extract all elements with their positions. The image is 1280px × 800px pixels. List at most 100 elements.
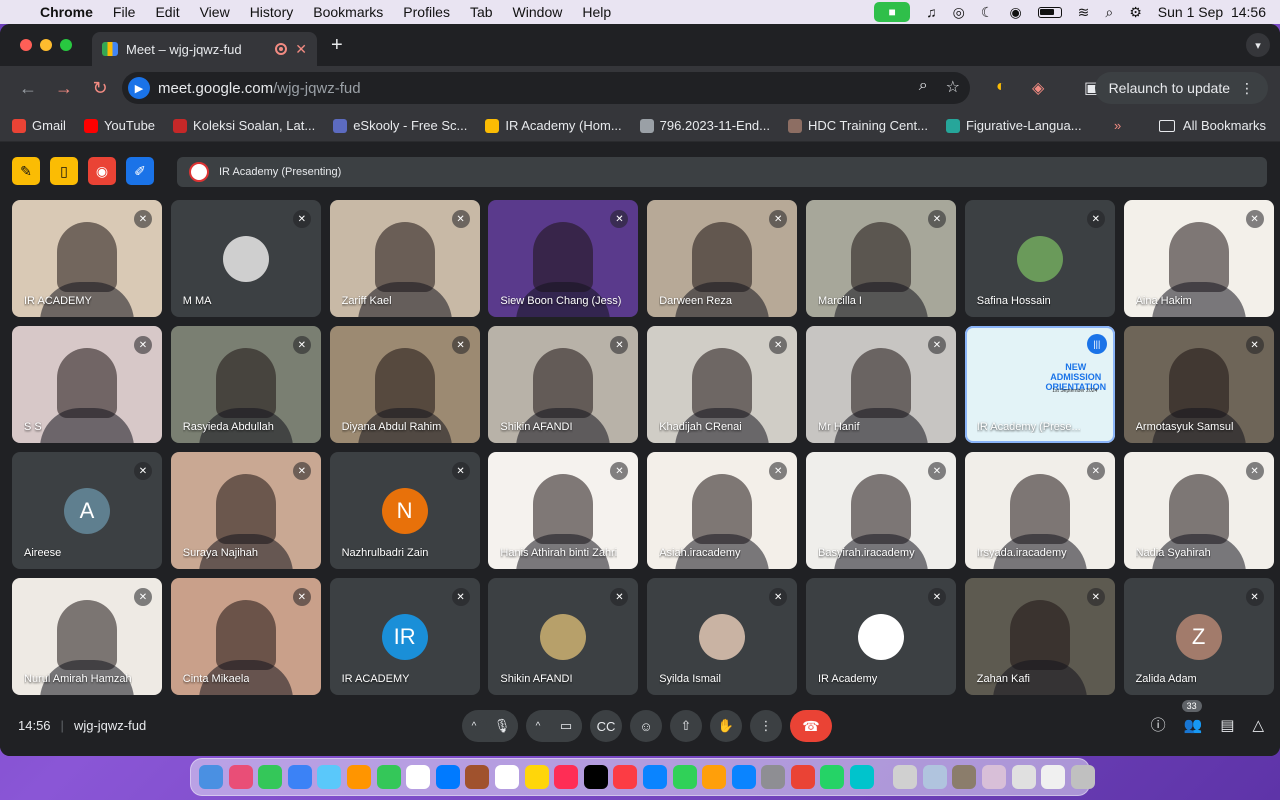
user-icon[interactable]: ◉ — [1009, 4, 1021, 21]
control-center-icon[interactable]: ⚙ — [1129, 4, 1142, 21]
camera-in-use-icon[interactable]: ■ — [874, 2, 911, 22]
bookmark-star-icon[interactable]: ☆ — [946, 77, 960, 97]
bookmark-gmail[interactable]: Gmail — [12, 118, 66, 133]
more-options-icon[interactable]: ⋮ — [1240, 80, 1254, 97]
participant-tile[interactable]: ✕ Zahan Kafi — [964, 578, 1115, 695]
dock-app-icon[interactable] — [790, 765, 815, 789]
more-bookmarks-chevron-icon[interactable]: » — [1114, 118, 1121, 133]
menu-tab[interactable]: Tab — [470, 4, 493, 20]
dock-app-icon[interactable] — [376, 765, 401, 789]
dock-app-icon[interactable] — [672, 765, 697, 789]
camera-options-chevron-icon[interactable]: ^ — [526, 721, 550, 732]
dock-app-icon[interactable] — [613, 765, 638, 789]
pen-off-icon[interactable]: ✎ — [12, 157, 40, 185]
leave-call-button[interactable]: ☎ — [790, 710, 832, 742]
meet-site-icon[interactable]: ▶ — [128, 77, 150, 99]
menubar-datetime[interactable]: Sun 1 Sep 14:56 — [1158, 4, 1266, 20]
participant-tile[interactable]: ✕ Nurul Amirah Hamzah — [12, 578, 162, 695]
participant-tile[interactable]: ✕ Syilda Ismail — [647, 578, 798, 695]
dock-app-icon[interactable] — [317, 765, 342, 789]
back-arrow-icon[interactable]: ← — [10, 78, 46, 99]
dock-app-icon[interactable] — [1070, 765, 1095, 789]
participant-tile[interactable]: ✕ Hanis Athirah binti Zahri — [488, 452, 639, 569]
participant-tile[interactable]: IR ✕ IR ACADEMY — [329, 578, 480, 695]
participant-tile[interactable]: ✕ Zariff Kael — [329, 200, 480, 317]
extension-compass-icon[interactable]: ◐ — [996, 78, 1006, 96]
headphones-icon[interactable]: ♫ — [926, 4, 937, 20]
participant-tile[interactable]: ✕ Suraya Najihah — [170, 452, 321, 569]
captions-button[interactable]: CC — [590, 710, 622, 742]
menu-edit[interactable]: Edit — [155, 4, 179, 20]
close-tab-icon[interactable]: ✕ — [295, 41, 307, 58]
dock-app-icon[interactable] — [494, 765, 519, 789]
dock-app-icon[interactable] — [346, 765, 371, 789]
menu-window[interactable]: Window — [513, 4, 563, 20]
menu-help[interactable]: Help — [582, 4, 611, 20]
bookmark-ir-academy[interactable]: IR Academy (Hom... — [485, 118, 622, 133]
participant-tile[interactable]: ✕ IR Academy — [805, 578, 956, 695]
menu-bookmarks[interactable]: Bookmarks — [313, 4, 383, 20]
dock-app-icon[interactable] — [642, 765, 667, 789]
participant-tile[interactable]: ✕ Shikin AFANDI — [488, 326, 639, 443]
forward-arrow-icon[interactable]: → — [46, 78, 82, 99]
participant-tile[interactable]: ✕ Khadijah CRenai — [647, 326, 798, 443]
dock-app-icon[interactable] — [922, 765, 947, 789]
mic-options-chevron-icon[interactable]: ^ — [462, 721, 486, 732]
bookmark-figurative-language[interactable]: Figurative-Langua... — [945, 118, 1082, 133]
reload-icon[interactable]: ↻ — [82, 78, 118, 99]
zoom-search-icon[interactable]: ⌕ — [919, 77, 928, 97]
all-bookmarks-button[interactable]: All Bookmarks — [1158, 118, 1266, 133]
menu-view[interactable]: View — [200, 4, 230, 20]
dock-app-icon[interactable] — [952, 765, 977, 789]
record-icon[interactable]: ◉ — [88, 157, 116, 185]
microphone-button[interactable]: 🎙 — [486, 710, 518, 742]
participant-tile[interactable]: N ✕ Nazhrulbadri Zain — [329, 452, 480, 569]
menu-profiles[interactable]: Profiles — [403, 4, 450, 20]
extensions-puzzle-icon[interactable]: ◈ — [1032, 78, 1044, 98]
wifi-icon[interactable]: ≋ — [1078, 4, 1090, 21]
tab-search-chevron-icon[interactable]: ▾ — [1246, 33, 1270, 57]
spotlight-search-icon[interactable]: ⌕ — [1105, 4, 1113, 21]
menu-history[interactable]: History — [250, 4, 294, 20]
dock-app-icon[interactable] — [893, 765, 918, 789]
dock-app-icon[interactable] — [820, 765, 845, 789]
dock-app-icon[interactable] — [1041, 765, 1066, 789]
participant-tile[interactable]: Z ✕ Zalida Adam — [1123, 578, 1274, 695]
dock-app-icon[interactable] — [199, 765, 223, 789]
bookmark-eskooly[interactable]: eSkooly - Free Sc... — [333, 118, 467, 133]
participant-tile[interactable]: ✕ IR ACADEMY — [12, 200, 162, 317]
bookmark-koleksi-soalan[interactable]: Koleksi Soalan, Lat... — [173, 118, 315, 133]
minimize-window-button[interactable] — [40, 39, 52, 51]
dock-app-icon[interactable] — [731, 765, 756, 789]
dock-app-icon[interactable] — [465, 765, 490, 789]
participant-tile[interactable]: ✕ M MA — [170, 200, 321, 317]
raise-hand-button[interactable]: ✋ — [710, 710, 742, 742]
relaunch-to-update-button[interactable]: Relaunch to update ⋮ — [1094, 72, 1268, 104]
participant-tile[interactable]: ✕ Darween Reza — [647, 200, 798, 317]
bookmark-youtube[interactable]: YouTube — [83, 118, 155, 133]
new-tab-button[interactable]: + — [331, 34, 343, 57]
more-options-button[interactable]: ⋮ — [750, 710, 782, 742]
participant-tile[interactable]: ✕ Asiah.iracademy — [647, 452, 798, 569]
tab-meet[interactable]: Meet – wjg-jqwz-fud ✕ — [92, 32, 317, 66]
menu-app-name[interactable]: Chrome — [40, 4, 93, 20]
dock-app-icon[interactable] — [554, 765, 579, 789]
dock-app-icon[interactable] — [258, 765, 283, 789]
zoom-window-button[interactable] — [60, 39, 72, 51]
participant-tile[interactable]: ✕ Armotasyuk Samsul — [1123, 326, 1274, 443]
participant-tile[interactable]: ✕ Safina Hossain — [964, 200, 1115, 317]
people-button[interactable]: 33 👥 — [1181, 699, 1202, 734]
participant-tile[interactable]: A ✕ Aireese — [12, 452, 162, 569]
dock-app-icon[interactable] — [583, 765, 608, 789]
dock-app-icon[interactable] — [1011, 765, 1036, 789]
menu-file[interactable]: File — [113, 4, 136, 20]
dock-app-icon[interactable] — [761, 765, 786, 789]
participant-tile[interactable]: ✕ Cinta Mikaela — [170, 578, 321, 695]
meeting-details-info-icon[interactable]: ⓘ — [1151, 714, 1166, 735]
dock-app-icon[interactable] — [524, 765, 549, 789]
participant-tile[interactable]: ✕ Nadia Syahirah — [1123, 452, 1274, 569]
participant-tile[interactable]: ✕ Basyirah.iracademy — [805, 452, 956, 569]
bookmark-hdc-training[interactable]: HDC Training Cent... — [788, 118, 928, 133]
door-exit-icon[interactable]: ▯ — [50, 157, 78, 185]
participant-tile[interactable]: ✕ Siew Boon Chang (Jess) — [488, 200, 639, 317]
